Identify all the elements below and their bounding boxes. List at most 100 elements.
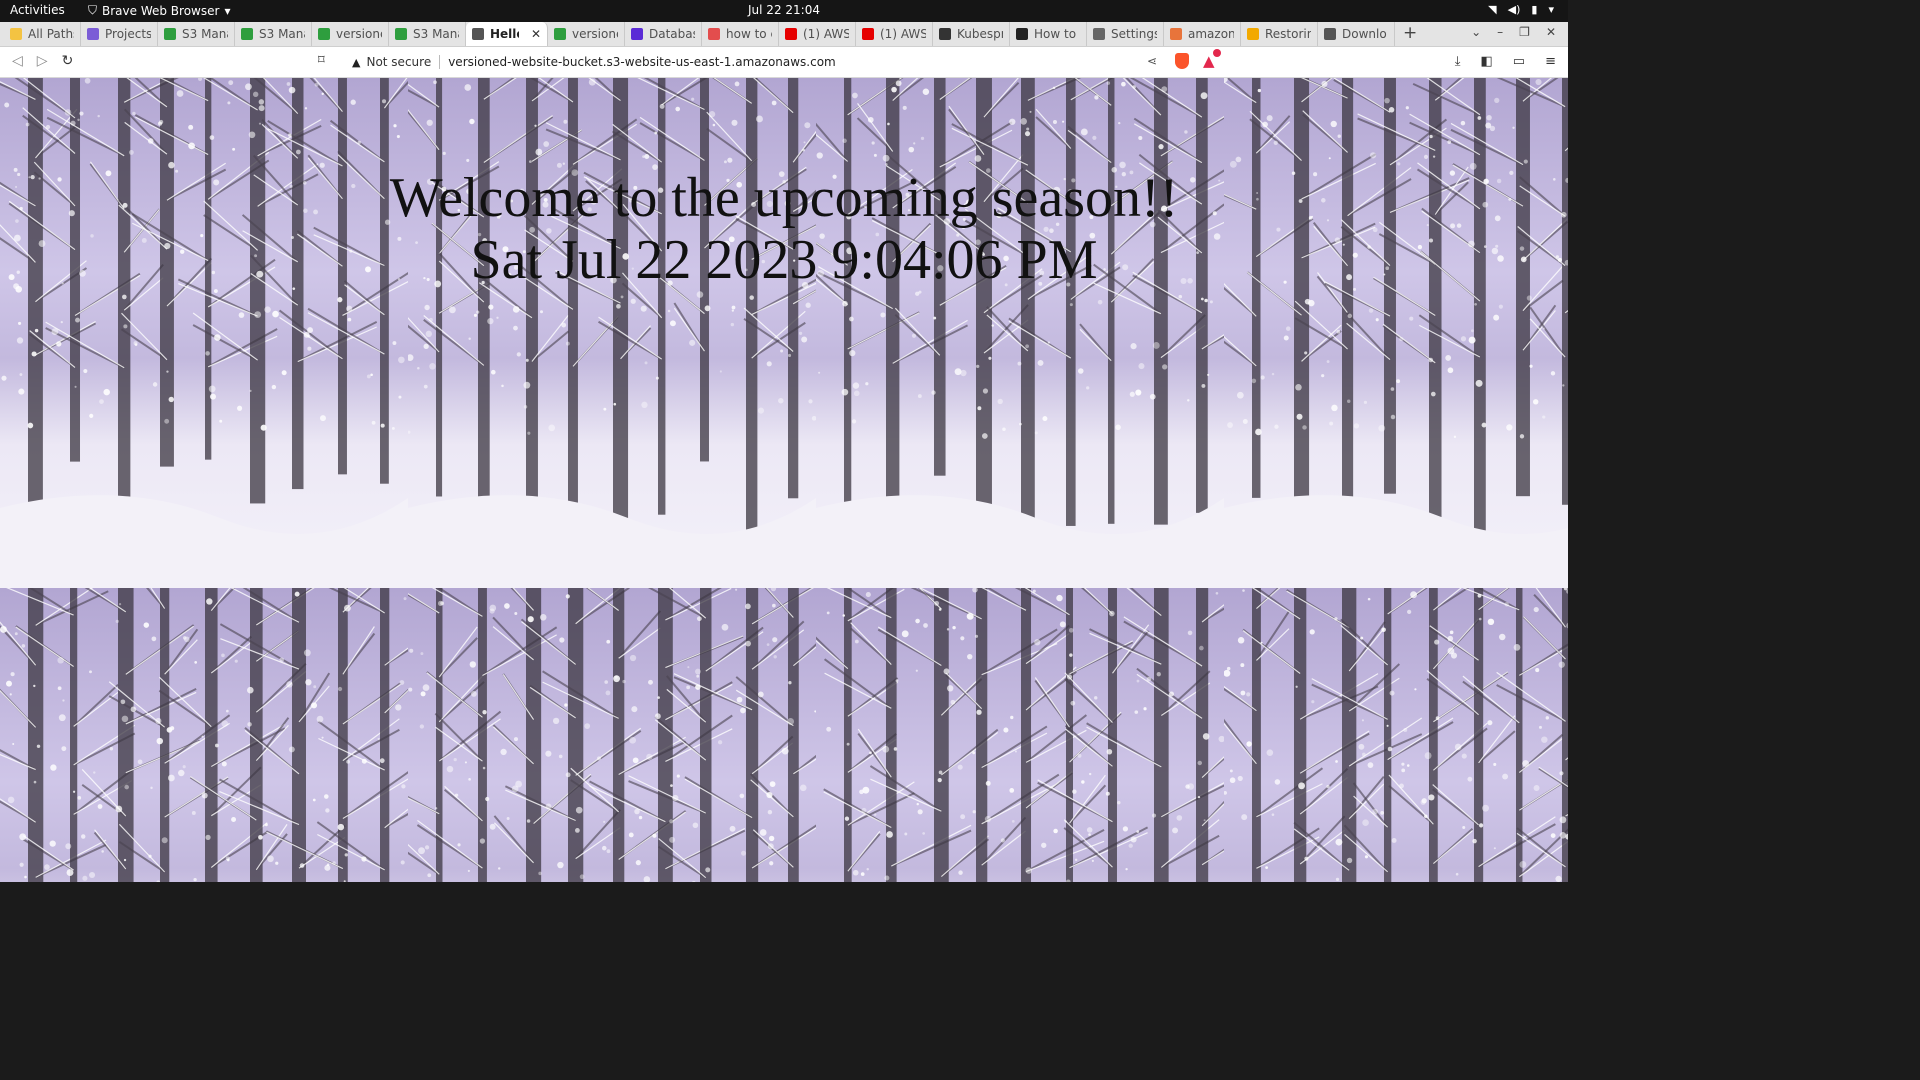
tab-16[interactable]: Restorin [1241, 22, 1318, 46]
tab-title: Restorin [1265, 27, 1311, 41]
system-tray[interactable]: ◥ ◀) ▮ ▾ [1488, 3, 1554, 16]
tab-title: Hello [490, 27, 519, 41]
forward-icon[interactable]: ▷ [37, 53, 48, 69]
system-top-bar: Activities ⛉ Brave Web Browser ▾ Jul 22 … [0, 0, 1568, 22]
sidebar-icon[interactable]: ◧ [1481, 54, 1493, 69]
tab-favicon-icon [708, 28, 720, 40]
tab-title: versione [336, 27, 382, 41]
tab-favicon-icon [1016, 28, 1028, 40]
tab-17[interactable]: Downlo [1318, 22, 1395, 46]
tab-14[interactable]: Settings [1087, 22, 1164, 46]
tab-1[interactable]: Projects [81, 22, 158, 46]
tab-search-icon[interactable]: ⌄ [1471, 25, 1481, 39]
tab-4[interactable]: versione [312, 22, 389, 46]
tab-title: How to I [1034, 27, 1080, 41]
tab-favicon-icon [241, 28, 253, 40]
back-icon[interactable]: ◁ [12, 53, 23, 69]
menu-icon[interactable]: ≡ [1545, 54, 1556, 69]
notification-dot [1213, 49, 1221, 57]
tab-favicon-icon [395, 28, 407, 40]
snowy-forest-background-image [816, 78, 1224, 588]
close-tab-icon[interactable]: ✕ [531, 27, 541, 41]
brave-rewards-icon[interactable]: ▲ [1203, 49, 1221, 70]
brave-shields-icon[interactable] [1175, 53, 1189, 69]
snowy-forest-background-image [408, 588, 816, 882]
url-text[interactable]: versioned-website-bucket.s3-website-us-e… [448, 55, 836, 69]
tab-favicon-icon [1170, 28, 1182, 40]
toolbar-right-tools: ⤓ ◧ ▭ ≡ [1455, 54, 1556, 69]
restore-icon[interactable]: ❐ [1519, 25, 1530, 39]
tab-favicon-icon [1093, 28, 1105, 40]
download-icon[interactable]: ⤓ [1455, 54, 1461, 69]
volume-icon: ◀) [1507, 3, 1521, 16]
tab-favicon-icon [87, 28, 99, 40]
tab-favicon-icon [631, 28, 643, 40]
wifi-icon: ◥ [1488, 3, 1497, 16]
tab-10[interactable]: (1) AWS [779, 22, 856, 46]
tab-favicon-icon [554, 28, 566, 40]
tab-favicon-icon [1247, 28, 1259, 40]
tab-title: Downlo [1342, 27, 1387, 41]
tab-title: (1) AWS [803, 27, 849, 41]
tab-title: Kubespr [957, 27, 1003, 41]
tab-title: versione [572, 27, 618, 41]
tab-title: Projects [105, 27, 151, 41]
tab-7[interactable]: versione [548, 22, 625, 46]
tab-favicon-icon [10, 28, 22, 40]
bookmark-icon[interactable]: ⌑ [318, 53, 325, 68]
tab-list: All Paths Projects S3 Mana S3 Mana versione S… [4, 22, 1395, 46]
clock[interactable]: Jul 22 21:04 [0, 3, 1568, 17]
snowy-forest-background-image [0, 78, 408, 588]
tab-2[interactable]: S3 Mana [158, 22, 235, 46]
tab-title: S3 Mana [259, 27, 305, 41]
tab-9[interactable]: how to c [702, 22, 779, 46]
tab-title: S3 Mana [182, 27, 228, 41]
tab-title: amazon [1188, 27, 1234, 41]
page-viewport: Welcome to the upcoming season!! Sat Jul… [0, 78, 1568, 882]
tab-title: Databas [649, 27, 695, 41]
tab-12[interactable]: Kubespr [933, 22, 1010, 46]
tab-favicon-icon [785, 28, 797, 40]
chevron-down-icon: ▾ [1548, 3, 1554, 16]
reload-icon[interactable]: ↻ [62, 53, 74, 69]
url-divider [439, 55, 441, 69]
datetime-heading: Sat Jul 22 2023 9:04:06 PM [470, 229, 1098, 291]
address-bar[interactable]: ▲ Not secure versioned-website-bucket.s3… [344, 51, 1169, 73]
welcome-heading: Welcome to the upcoming season!! [389, 167, 1179, 229]
tab-favicon-icon [1324, 28, 1336, 40]
tab-favicon-icon [472, 28, 484, 40]
browser-toolbar: ◁ ▷ ↻ ⌑ ▲ Not secure versioned-website-b… [0, 47, 1568, 78]
new-tab-button[interactable]: + [1403, 23, 1417, 43]
nav-buttons: ◁ ▷ ↻ [12, 53, 73, 69]
tab-8[interactable]: Databas [625, 22, 702, 46]
tab-15[interactable]: amazon [1164, 22, 1241, 46]
tab-5[interactable]: S3 Mana [389, 22, 466, 46]
tab-title: how to c [726, 27, 772, 41]
tab-13[interactable]: How to I [1010, 22, 1087, 46]
tab-6[interactable]: Hello ✕ [466, 22, 548, 46]
snowy-forest-background-image [408, 78, 816, 588]
tab-strip: All Paths Projects S3 Mana S3 Mana versione S… [0, 22, 1568, 47]
tab-favicon-icon [939, 28, 951, 40]
warning-icon[interactable]: ▲ [352, 56, 360, 69]
battery-icon: ▮ [1531, 3, 1538, 16]
tab-favicon-icon [164, 28, 176, 40]
wallet-icon[interactable]: ▭ [1513, 54, 1525, 69]
tab-3[interactable]: S3 Mana [235, 22, 312, 46]
tab-title: S3 Mana [413, 27, 459, 41]
tab-11[interactable]: (1) AWS [856, 22, 933, 46]
minimize-icon[interactable]: – [1497, 25, 1503, 39]
tab-title: All Paths [28, 27, 74, 41]
security-label[interactable]: Not secure [366, 55, 431, 69]
snowy-forest-background-image [816, 588, 1224, 882]
tab-0[interactable]: All Paths [4, 22, 81, 46]
share-icon[interactable]: ⋖ [1147, 54, 1157, 68]
tab-title: (1) AWS [880, 27, 926, 41]
tab-favicon-icon [862, 28, 874, 40]
snowy-forest-background-image [1224, 588, 1568, 882]
snowy-forest-background-image [0, 588, 408, 882]
window-controls: ⌄ – ❐ ✕ [1471, 25, 1556, 39]
snowy-forest-background-image [1224, 78, 1568, 588]
tab-title: Settings [1111, 27, 1157, 41]
close-window-icon[interactable]: ✕ [1546, 25, 1556, 39]
